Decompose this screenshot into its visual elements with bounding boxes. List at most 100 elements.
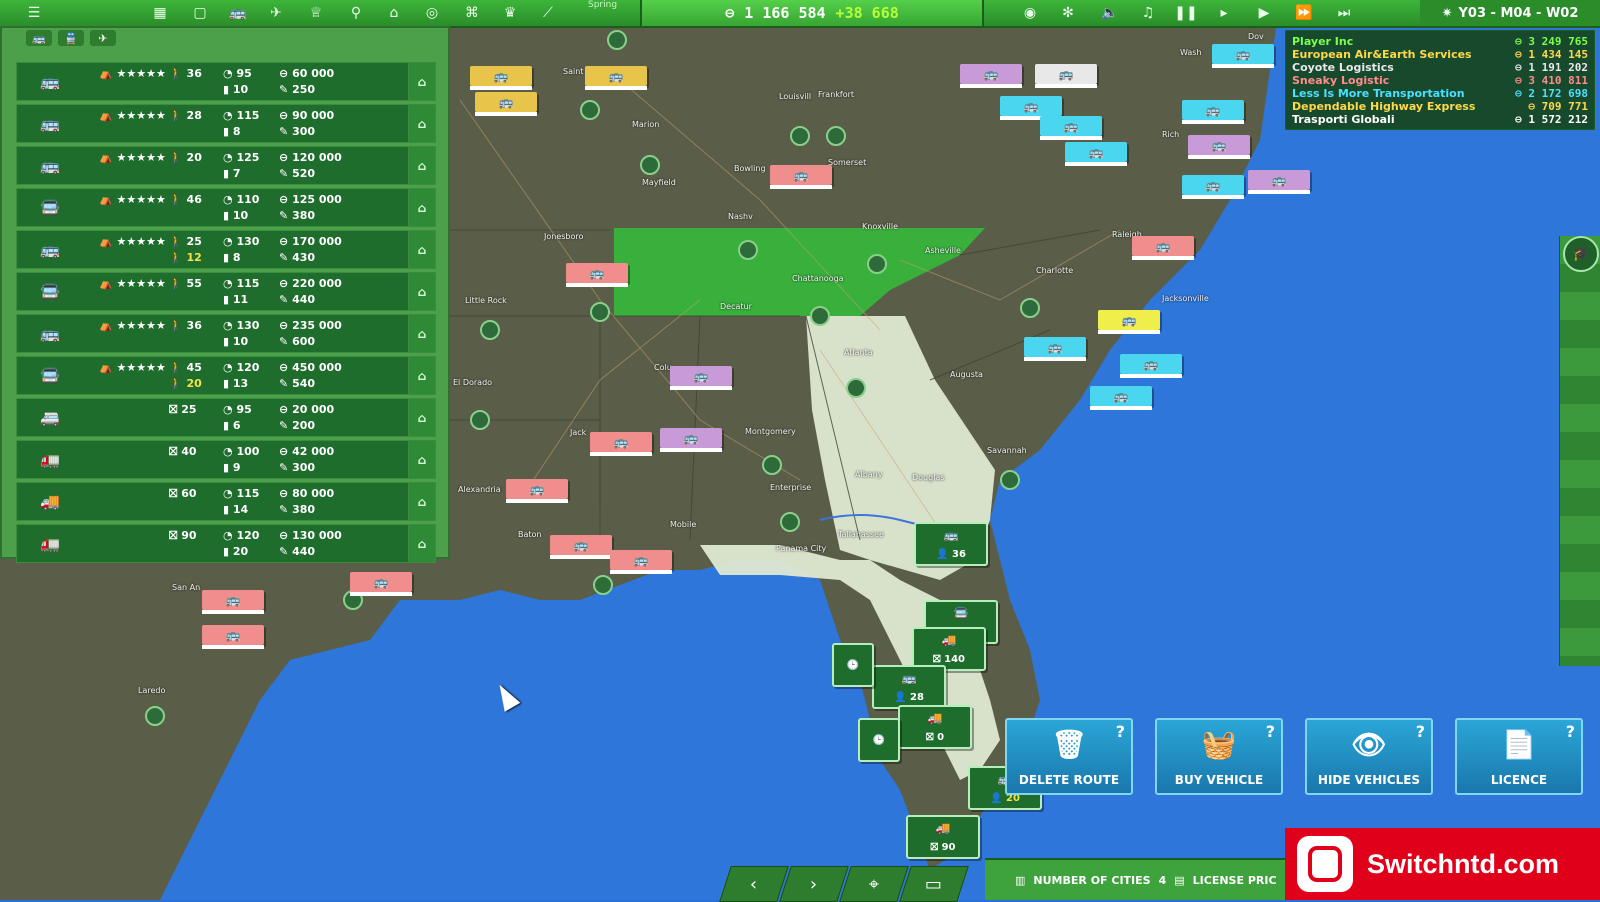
globe-icon[interactable]: ◎ xyxy=(422,3,442,23)
buy-icon[interactable]: ⌂ xyxy=(408,525,435,562)
map-bus[interactable]: 🚌 xyxy=(1212,44,1274,68)
plane-tab[interactable]: ✈ xyxy=(90,30,116,46)
map-bus[interactable]: 🚌 xyxy=(1065,142,1127,166)
map-bus[interactable]: 🚌 xyxy=(1024,337,1086,361)
vehicle-row[interactable]: 🚌 ⛺ ★★★★★ 🚶 36 ◔ 95 ▮ 10 ⊖ 60 000 ✎ 250 ⌂ xyxy=(16,62,436,101)
help-icon[interactable]: ? xyxy=(1566,722,1575,741)
eye-icon[interactable]: ◉ xyxy=(1020,3,1040,23)
volume-icon[interactable]: 🔈 xyxy=(1100,3,1120,23)
map-bus[interactable]: 🚌 xyxy=(1188,135,1250,159)
map-bus[interactable]: 🚌 xyxy=(202,590,264,614)
map-bus[interactable]: 🚌 xyxy=(960,64,1022,88)
buy-icon[interactable]: ⌂ xyxy=(408,315,435,352)
vehicle-row[interactable]: 🚌 ⛺ ★★★★★ 🚶 28 ◔ 115 ▮ 8 ⊖ 90 000 ✎ 300 ⌂ xyxy=(16,104,436,143)
cup-icon[interactable]: ♛ xyxy=(500,3,520,23)
city-depot[interactable] xyxy=(470,410,490,430)
vehicle-row[interactable]: 🚛 ⛝ 40 ◔ 100 ▮ 9 ⊖ 42 000 ✎ 300 ⌂ xyxy=(16,440,436,479)
buy-icon[interactable]: ⌂ xyxy=(408,105,435,142)
map-bus[interactable]: 🚌 xyxy=(506,479,568,503)
vehicle-row[interactable]: 🚌 ⛺ ★★★★★ 🚶 20 ◔ 125 ▮ 7 ⊖ 120 000 ✎ 520 ⌂ xyxy=(16,146,436,185)
next-button[interactable]: › xyxy=(779,866,849,902)
clock-button[interactable]: 🕒 xyxy=(832,643,874,687)
buy-icon[interactable]: ⌂ xyxy=(408,399,435,436)
city-depot[interactable] xyxy=(780,512,800,532)
map-bus[interactable]: 🚌 xyxy=(350,572,412,596)
map-bus[interactable]: 🚌 xyxy=(670,366,732,390)
map-bus[interactable]: 🚌 xyxy=(1132,236,1194,260)
vehicle-row[interactable]: 🚍 ⛺ ★★★★★ 🚶 46 ◔ 110 ▮ 10 ⊖ 125 000 ✎ 380 ⌂ xyxy=(16,188,436,227)
city-depot[interactable] xyxy=(1020,298,1040,318)
music-icon[interactable]: ♫ xyxy=(1138,3,1158,23)
buy-icon[interactable]: ⌂ xyxy=(408,441,435,478)
fast-forward-icon[interactable]: ⏩ xyxy=(1294,3,1314,23)
factory-icon[interactable]: ⌘ xyxy=(462,3,482,23)
city-depot[interactable] xyxy=(1000,470,1020,490)
city-depot[interactable] xyxy=(762,455,782,475)
map-bus[interactable]: 🚌 xyxy=(610,550,672,574)
help-icon[interactable]: ? xyxy=(1416,722,1425,741)
person-icon[interactable]: ⚲ xyxy=(346,3,366,23)
city-depot[interactable] xyxy=(810,306,830,326)
vehicle-row[interactable]: 🚛 ⛝ 90 ◔ 120 ▮ 20 ⊖ 130 000 ✎ 440 ⌂ xyxy=(16,524,436,563)
buy-vehicle-button[interactable]: 🧺 ? BUY VEHICLE xyxy=(1155,718,1283,795)
vehicle-card[interactable]: 🚌 👤 36 xyxy=(914,522,988,566)
building-icon[interactable]: ⌂ xyxy=(384,3,404,23)
bus-tab[interactable]: 🚌 xyxy=(26,30,52,46)
settings-icon[interactable]: ✻ xyxy=(1058,3,1078,23)
locate-button[interactable]: ⌖ xyxy=(839,866,909,902)
map-bus[interactable]: 🚌 xyxy=(475,92,537,116)
map-bus[interactable]: 🚌 xyxy=(660,428,722,452)
vehicle-row[interactable]: 🚍 ⛺ ★★★★★ 🚶 55 ◔ 115 ▮ 11 ⊖ 220 000 ✎ 440 ⌂ xyxy=(16,272,436,311)
buy-icon[interactable]: ⌂ xyxy=(408,483,435,520)
vehicle-row[interactable]: 🚚 ⛝ 60 ◔ 115 ▮ 14 ⊖ 80 000 ✎ 380 ⌂ xyxy=(16,482,436,521)
chart-icon[interactable]: ⟋ xyxy=(538,3,558,23)
vehicle-row[interactable]: 🚐 ⛝ 25 ◔ 95 ▮ 6 ⊖ 20 000 ✎ 200 ⌂ xyxy=(16,398,436,437)
graduation-cap-icon[interactable]: 🎓 xyxy=(1563,236,1599,272)
city-depot[interactable] xyxy=(790,126,810,146)
city-depot[interactable] xyxy=(826,126,846,146)
city-depot[interactable] xyxy=(607,30,627,50)
map-bus[interactable]: 🚌 xyxy=(1000,96,1062,120)
previous-button[interactable]: ‹ xyxy=(719,866,789,902)
bus-icon[interactable]: 🚌 xyxy=(228,3,248,23)
city-depot[interactable] xyxy=(738,240,758,260)
map-bus[interactable]: 🚌 xyxy=(1182,100,1244,124)
city-depot[interactable] xyxy=(846,378,866,398)
map-bus[interactable]: 🚌 xyxy=(1090,386,1152,410)
vehicle-row[interactable]: 🚌 ⛺ ★★★★★ 🚶 25 🚶 12 ◔ 130 ▮ 8 ⊖ 170 000 ✎ 430 ⌂ xyxy=(16,230,436,269)
hide-vehicles-button[interactable]: 👁 ? HIDE VEHICLES xyxy=(1305,718,1433,795)
city-depot[interactable] xyxy=(480,320,500,340)
city-depot[interactable] xyxy=(145,706,165,726)
map-bus[interactable]: 🚌 xyxy=(590,432,652,456)
map-bus[interactable]: 🚌 xyxy=(1182,175,1244,199)
buy-icon[interactable]: ⌂ xyxy=(408,63,435,100)
folder-button[interactable]: ▭ xyxy=(899,866,969,902)
city-depot[interactable] xyxy=(580,100,600,120)
vehicle-row[interactable]: 🚌 ⛺ ★★★★★ 🚶 36 ◔ 130 ▮ 10 ⊖ 235 000 ✎ 600 ⌂ xyxy=(16,314,436,353)
help-icon[interactable]: ? xyxy=(1116,722,1125,741)
map-bus[interactable]: 🚌 xyxy=(1120,354,1182,378)
pause-icon[interactable]: ❚❚ xyxy=(1174,3,1197,23)
city-depot[interactable] xyxy=(590,302,610,322)
trophy-icon[interactable]: ♕ xyxy=(306,3,326,23)
help-icon[interactable]: ? xyxy=(1266,722,1275,741)
map-bus[interactable]: 🚌 xyxy=(770,165,832,189)
step-icon[interactable]: ▸ xyxy=(1214,3,1234,23)
play-icon[interactable]: ▶ xyxy=(1254,3,1274,23)
licence-button[interactable]: 📄 ? LICENCE xyxy=(1455,718,1583,795)
map-bus[interactable]: 🚌 xyxy=(585,66,647,90)
bus-depot-icon[interactable]: ▦ xyxy=(150,3,170,23)
buy-icon[interactable]: ⌂ xyxy=(408,231,435,268)
map-bus[interactable]: 🚌 xyxy=(550,535,612,559)
train-tab[interactable]: 🚆 xyxy=(58,30,84,46)
map-bus[interactable]: 🚌 xyxy=(1248,170,1310,194)
map-bus[interactable]: 🚌 xyxy=(566,263,628,287)
clock-button[interactable]: 🕒 xyxy=(858,718,900,762)
vehicle-card[interactable]: 🚚 ⛝ 90 xyxy=(906,815,980,859)
buy-icon[interactable]: ⌂ xyxy=(408,357,435,394)
vehicle-card[interactable]: 🚚 ⛝ 0 xyxy=(898,705,972,749)
bank-icon[interactable]: ▢ xyxy=(190,3,210,23)
menu-icon[interactable]: ☰ xyxy=(24,3,44,23)
train-icon[interactable]: ✈ xyxy=(266,3,286,23)
buy-icon[interactable]: ⌂ xyxy=(408,147,435,184)
